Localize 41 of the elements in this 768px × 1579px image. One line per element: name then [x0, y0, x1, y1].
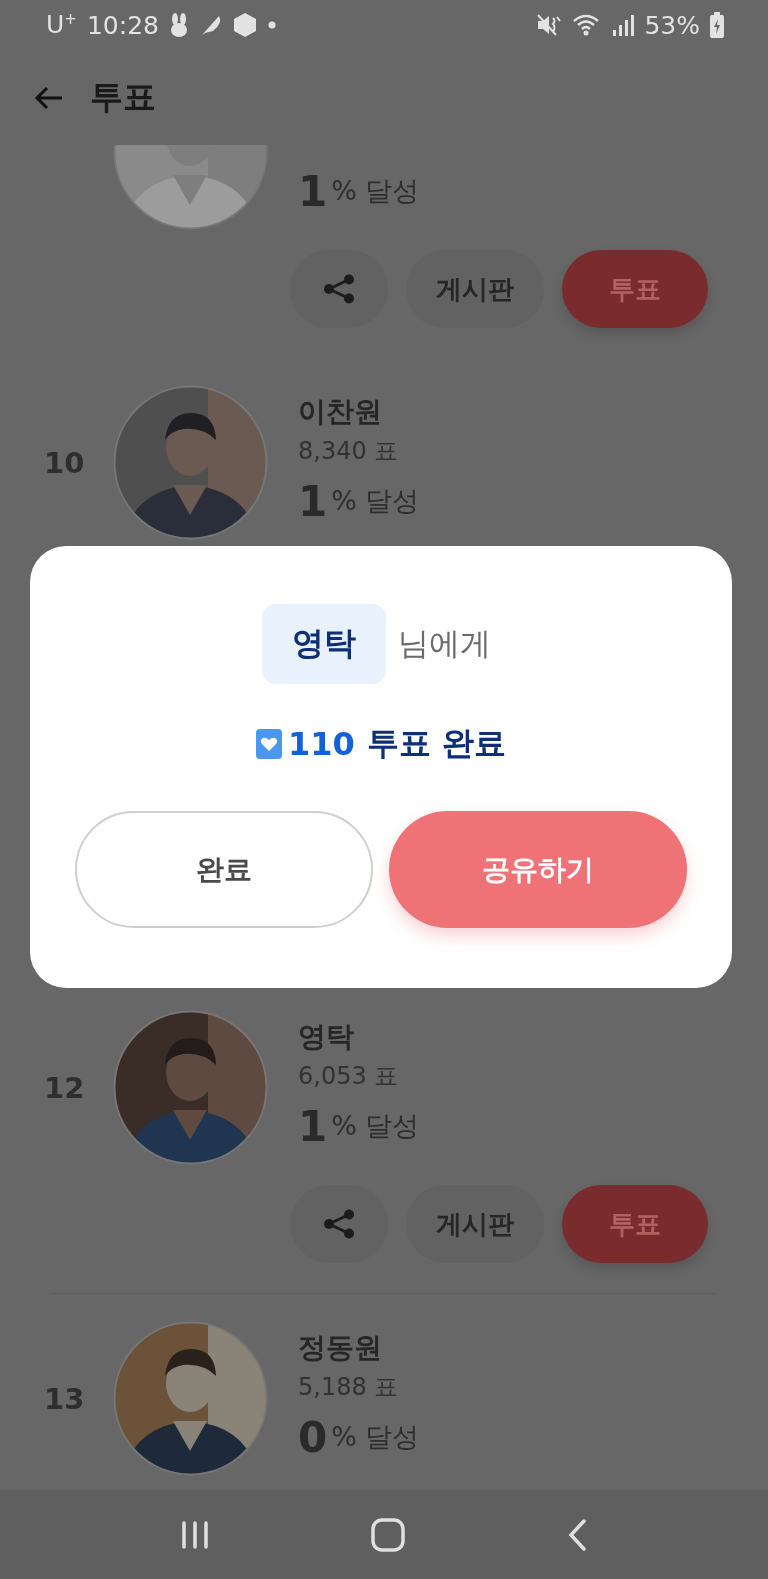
page-title: 투표 [90, 76, 156, 118]
percent-value: 0 [298, 1412, 328, 1462]
battery-icon [710, 12, 724, 38]
candidate-name: 영탁 [298, 1019, 354, 1055]
vote-amount: 110 [288, 725, 355, 763]
vote-button[interactable]: 투표 [562, 1185, 708, 1263]
heart-ticket-icon [256, 729, 283, 759]
share-icon [322, 1209, 356, 1239]
vote-button[interactable]: 투표 [562, 250, 708, 328]
candidate-name: 이찬원 [298, 394, 382, 430]
share-icon [322, 274, 356, 304]
share-button[interactable]: 공유하기 [389, 811, 687, 928]
percent-label: % 달성 [331, 484, 420, 518]
clock: 10:28 [86, 10, 159, 40]
board-button[interactable]: 게시판 [406, 250, 544, 328]
home-icon[interactable] [370, 1516, 406, 1553]
rank-number: 10 [44, 445, 85, 480]
candidate-name: 정동원 [298, 1330, 382, 1366]
vote-result-text: 투표 완료 [366, 723, 506, 764]
mute-icon [536, 13, 563, 37]
back-icon[interactable] [566, 1517, 588, 1552]
back-arrow-icon[interactable] [34, 84, 64, 111]
carrier-label: U$^{+}$ [46, 10, 77, 40]
done-button[interactable]: 완료 [75, 811, 373, 928]
percent-value: 1 [298, 1101, 328, 1151]
hexagon-icon [232, 12, 257, 38]
percent-label: % 달성 [331, 1109, 420, 1143]
recent-apps-icon[interactable] [180, 1518, 210, 1551]
percent-label: % 달성 [331, 174, 420, 208]
signal-icon [612, 13, 635, 37]
board-button[interactable]: 게시판 [406, 1185, 544, 1263]
rank-number: 13 [44, 1381, 85, 1416]
recipient-chip: 영탁 [261, 604, 386, 684]
percent-value: 1 [298, 166, 328, 216]
percent-value: 1 [298, 476, 328, 526]
battery-percent: 53% [644, 10, 700, 40]
dot-icon [266, 20, 277, 30]
rabbit-icon [168, 13, 189, 37]
rank-number: 12 [44, 1070, 85, 1105]
percent-label: % 달성 [331, 1420, 420, 1454]
recipient-suffix: 님에게 [397, 624, 491, 663]
